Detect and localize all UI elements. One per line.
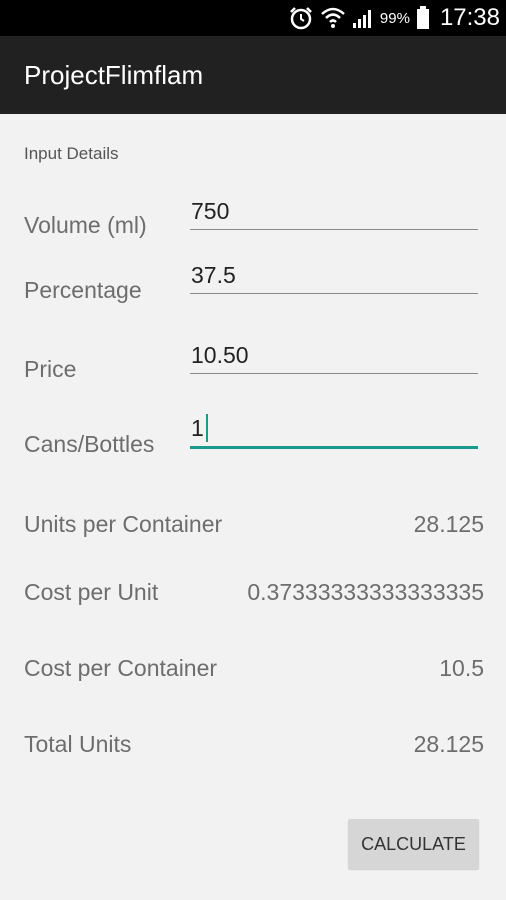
text-cursor xyxy=(205,414,208,442)
wifi-icon xyxy=(321,7,345,28)
volume-value: 750 xyxy=(191,198,230,224)
cans-input[interactable]: 1 xyxy=(190,414,478,442)
price-value: 10.50 xyxy=(191,342,249,368)
status-time: 17:38 xyxy=(439,4,500,31)
cost-per-unit-label: Cost per Unit xyxy=(24,579,159,605)
status-bar: 99% 17:38 xyxy=(0,0,506,36)
battery-percent: 99% xyxy=(379,9,410,27)
total-units-label: Total Units xyxy=(24,731,132,757)
cost-per-container-value: 10.5 xyxy=(439,655,484,681)
percentage-label: Percentage xyxy=(24,277,142,303)
units-per-container-label: Units per Container xyxy=(24,511,223,537)
alarm-icon xyxy=(290,7,312,30)
cost-per-container-label: Cost per Container xyxy=(24,655,218,681)
battery-icon xyxy=(416,6,429,29)
app-title: ProjectFlimflam xyxy=(24,60,204,90)
volume-underline xyxy=(190,229,478,230)
cans-field[interactable]: 1 xyxy=(190,414,478,450)
signal-icon xyxy=(352,10,371,28)
cans-value: 1 xyxy=(191,415,204,441)
total-units-value: 28.125 xyxy=(413,731,484,757)
volume-field[interactable]: 750 xyxy=(190,198,478,232)
price-field[interactable]: 10.50 xyxy=(190,342,478,376)
calculate-button[interactable]: CALCULATE xyxy=(348,819,479,869)
price-underline xyxy=(190,373,478,374)
price-label: Price xyxy=(24,356,77,382)
cans-label: Cans/Bottles xyxy=(24,431,155,457)
section-label: Input Details xyxy=(24,144,119,163)
percentage-value: 37.5 xyxy=(191,262,236,288)
percentage-underline xyxy=(190,293,478,294)
app-bar: ProjectFlimflam xyxy=(0,36,506,114)
cans-underline xyxy=(190,446,478,449)
units-per-container-value: 28.125 xyxy=(413,511,484,537)
percentage-field[interactable]: 37.5 xyxy=(190,262,478,296)
status-icons: 99% 17:38 xyxy=(288,0,500,36)
main-content: Input Details Volume (ml) 750 Percentage… xyxy=(0,114,506,900)
cost-per-unit-value: 0.37333333333333335 xyxy=(247,579,484,605)
volume-label: Volume (ml) xyxy=(24,212,147,238)
